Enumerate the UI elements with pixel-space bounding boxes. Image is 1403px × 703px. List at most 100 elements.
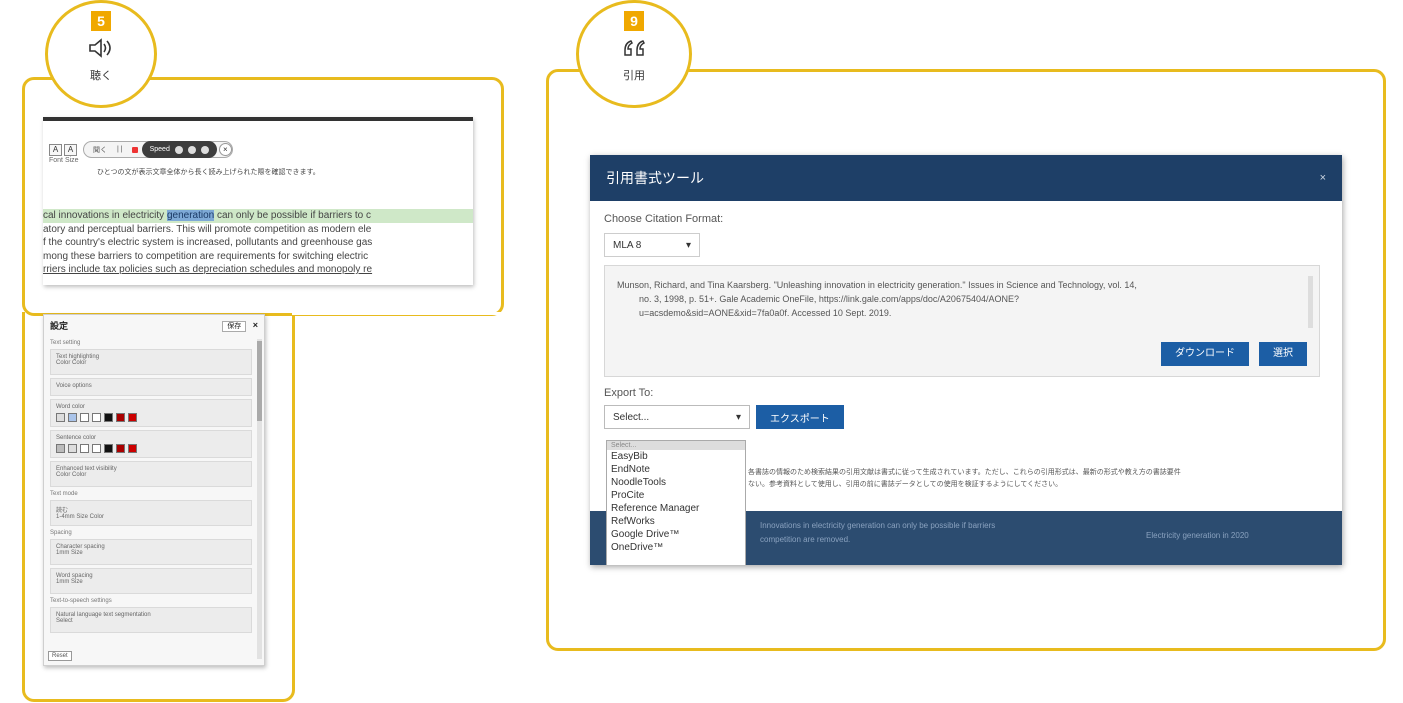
download-icon[interactable] (200, 145, 209, 154)
scrollbar-thumb[interactable] (257, 341, 262, 421)
setting-value: Color Color (56, 472, 87, 478)
dropdown-option[interactable]: EndNote (607, 463, 745, 476)
setting-value: Color Color (56, 360, 87, 366)
swatch[interactable] (56, 413, 65, 422)
stop-icon[interactable] (131, 146, 138, 153)
listen-toolbar: A A 聞く | | Speed × (49, 141, 233, 158)
setting-character-spacing[interactable]: Character spacing 1mm Size (50, 539, 252, 565)
settings-icon[interactable] (187, 145, 196, 154)
setting-label: 読む (56, 508, 69, 514)
setting-label: Sentence color (56, 435, 97, 441)
chevron-down-icon: ▾ (685, 239, 691, 251)
swatch[interactable] (92, 413, 101, 422)
swatch[interactable] (116, 413, 125, 422)
citation-line: Munson, Richard, and Tina Kaarsberg. "Un… (617, 280, 1137, 290)
setting-word-spacing[interactable]: Word spacing 1mm Size (50, 568, 252, 594)
font-increase-button[interactable]: A (64, 143, 77, 156)
notice-line: 各書誌の情報のため検索結果の引用文献は書式に従って生成されています。ただし、これ… (748, 469, 1181, 476)
dropdown-option[interactable]: Select... (607, 441, 745, 450)
setting-value: Select (56, 618, 73, 624)
background-text: Electricity generation in 2020 (1146, 531, 1249, 540)
badge-number: 5 (91, 11, 111, 31)
close-player-button[interactable]: × (218, 143, 232, 156)
swatch[interactable] (68, 444, 77, 453)
swatch[interactable] (128, 413, 137, 422)
citation-line: no. 3, 1998, p. 51+. Gale Academic OneFi… (639, 294, 1019, 304)
dropdown-option[interactable]: NoodleTools (607, 476, 745, 489)
font-decrease-button[interactable]: A (49, 143, 62, 156)
dropdown-option[interactable]: Google Drive™ (607, 528, 745, 541)
citation-line: u=acsdemo&sid=AONE&xid=7fa0a0f. Accessed… (639, 308, 892, 318)
color-swatches (56, 413, 246, 422)
setting-word-color[interactable]: Word color (50, 399, 252, 427)
close-icon[interactable]: × (1320, 172, 1326, 184)
dropdown-option[interactable]: Reference Manager (607, 502, 745, 515)
reset-button[interactable]: Reset (48, 651, 72, 661)
chevron-down-icon: ▾ (735, 411, 741, 423)
setting-text-highlighting[interactable]: Text highlighting Color Color (50, 349, 252, 375)
swatch[interactable] (56, 444, 65, 453)
settings-panel: 設定 保存 × Text setting Text highlighting C… (43, 314, 265, 666)
settings-body: Text setting Text highlighting Color Col… (44, 340, 264, 633)
swatch[interactable] (104, 444, 113, 453)
quote-icon (621, 37, 647, 63)
setting-value: 1-4mm Size Color (56, 514, 105, 520)
pause-button[interactable]: | | (112, 146, 128, 153)
settings-title: 設定 (50, 321, 69, 331)
download-button[interactable]: ダウンロード (1161, 342, 1249, 366)
listen-button[interactable]: 聞く (88, 145, 112, 155)
setting-voice[interactable]: Voice options (50, 378, 252, 396)
dialog-header: 引用書式ツール × (590, 155, 1342, 201)
setting-text-mode[interactable]: 読む 1-4mm Size Color (50, 500, 252, 526)
section-label: Spacing (50, 530, 72, 536)
format-label: Choose Citation Format: (604, 213, 724, 225)
citation-format-select[interactable]: MLA 8 ▾ (604, 233, 700, 257)
passage-text-segment: can only be possible if barriers to c (214, 210, 371, 221)
swatch[interactable] (80, 444, 89, 453)
highlighted-word: generation (166, 210, 215, 221)
passage-text: cal innovations in electricity generatio… (43, 209, 473, 277)
cite-badge: 9 引用 (576, 0, 692, 108)
swatch[interactable] (92, 444, 101, 453)
dropdown-option[interactable]: RefWorks (607, 515, 745, 528)
dropdown-option[interactable]: ProCite (607, 489, 745, 502)
notice-text: 各書誌の情報のため検索結果の引用文献は書式に従って生成されています。ただし、これ… (748, 467, 1181, 491)
setting-value: 1mm Size (56, 579, 83, 585)
volume-icon[interactable] (174, 145, 183, 154)
close-icon[interactable]: × (253, 320, 258, 330)
speed-label[interactable]: Speed (150, 146, 170, 153)
speaker-icon (88, 37, 114, 63)
passage-line: f the country's electric system is incre… (43, 237, 373, 248)
color-swatches (56, 444, 246, 453)
export-button[interactable]: エクスポート (756, 405, 844, 429)
swatch[interactable] (68, 413, 77, 422)
export-select[interactable]: Select... ▾ (604, 405, 750, 429)
scrollbar[interactable] (1308, 276, 1313, 328)
swatch[interactable] (104, 413, 113, 422)
section-label: Text-to-speech settings (50, 598, 112, 604)
highlighted-sentence: cal innovations in electricity generatio… (43, 209, 473, 223)
swatch[interactable] (128, 444, 137, 453)
dialog-body: Choose Citation Format: MLA 8 ▾ Munson, … (590, 201, 1342, 441)
citation-dialog: 引用書式ツール × Choose Citation Format: MLA 8 … (590, 155, 1342, 565)
setting-enhanced-visibility[interactable]: Enhanced text visibility Color Color (50, 461, 252, 487)
badge-number: 9 (624, 11, 644, 31)
listen-hint: ひとつの文が表示文章全体から長く読み上げられた際を確認できます。 (97, 169, 320, 176)
badge-label: 引用 (623, 70, 645, 82)
swatch[interactable] (80, 413, 89, 422)
font-size-control[interactable]: A A (49, 143, 77, 156)
passage-line: atory and perceptual barriers. This will… (43, 223, 372, 235)
swatch[interactable] (116, 444, 125, 453)
setting-sentence-color[interactable]: Sentence color (50, 430, 252, 458)
select-button[interactable]: 選択 (1259, 342, 1307, 366)
font-size-label: Font Size (49, 157, 79, 164)
setting-segmentation[interactable]: Natural language text segmentation Selec… (50, 607, 252, 633)
dropdown-option[interactable]: OneDrive™ (607, 541, 745, 554)
save-button[interactable]: 保存 (222, 321, 247, 332)
dropdown-option[interactable]: EasyBib (607, 450, 745, 463)
citation-text-box: Munson, Richard, and Tina Kaarsberg. "Un… (604, 265, 1320, 377)
passage-line: rriers include tax policies such as depr… (43, 264, 373, 275)
passage-line: mong these barriers to competition are r… (43, 250, 369, 262)
section-label: Text setting (50, 340, 81, 346)
audio-player: 聞く | | Speed × (83, 141, 233, 158)
